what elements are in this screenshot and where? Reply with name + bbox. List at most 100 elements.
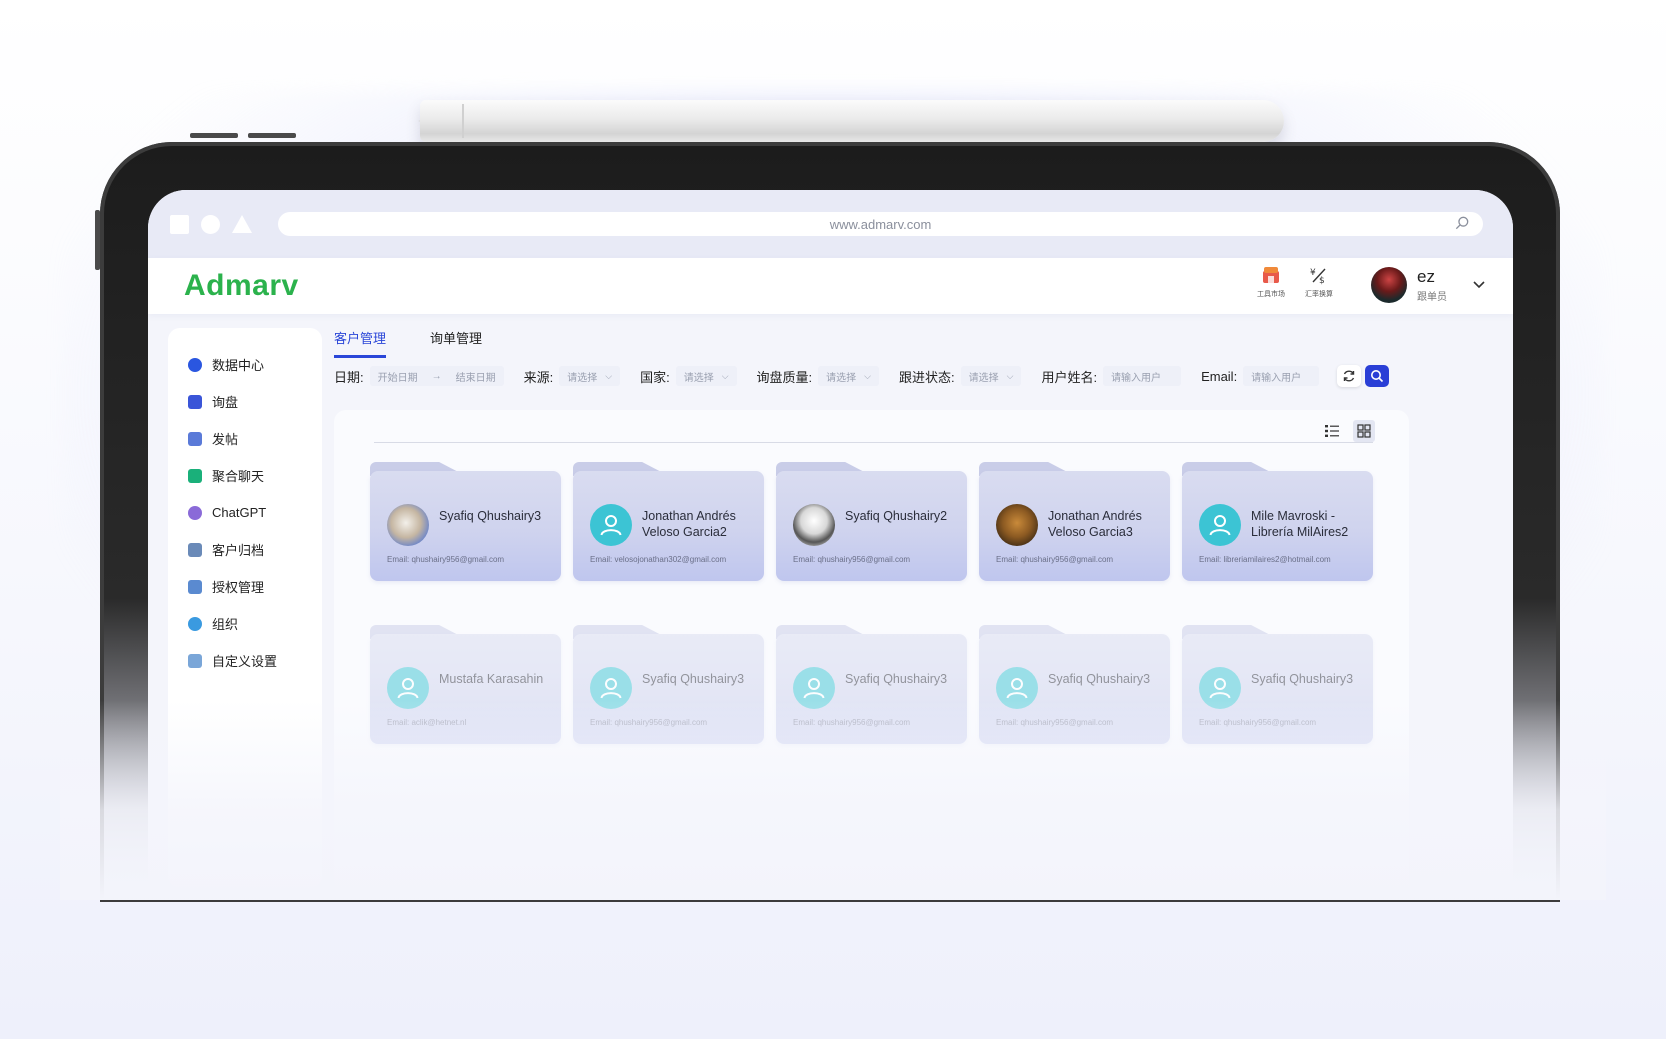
sidebar-item-post[interactable]: 发帖 [168,420,322,457]
customer-card[interactable]: Syafiq Qhushairy3 Email: qhushairy956@gma… [370,462,561,581]
sidebar-item-label: 发帖 [212,432,239,447]
country-select[interactable]: 请选择 ⌵ [675,366,737,386]
sidebar-item-org[interactable]: 组织 [168,605,322,642]
customer-card[interactable]: Jonathan Andrés Veloso Garcia3 Email: qhu… [979,462,1170,581]
date-range-picker[interactable]: 开始日期 → 结束日期 [369,366,504,386]
customer-card[interactable]: Syafiq Qhushairy3 Email: qhushairy956@gma… [573,625,764,744]
svg-text:$: $ [1319,276,1325,285]
customer-avatar [387,667,429,709]
tablet-side-button [95,210,100,270]
customer-email: Email: libreriamilaires2@hotmail.com [1199,555,1331,564]
sidebar-item-chat[interactable]: 聚合聊天 [168,457,322,494]
card-body: Syafiq Qhushairy3 Email: qhushairy956@gma… [1182,634,1373,744]
customer-name: Syafiq Qhushairy3 [1251,672,1354,686]
header-tools: 工具市场 ¥ $ 汇率换算 [1255,264,1335,299]
customer-name: Jonathan Andrés Veloso Garcia3 [1048,509,1142,539]
username-input[interactable]: 请输入用户 [1103,366,1182,386]
divider [374,442,1373,443]
quality-select[interactable]: 请选择 ⌵ [818,366,879,386]
customer-avatar [1199,504,1241,546]
customer-card[interactable]: Syafiq Qhushairy3 Email: qhushairy956@gma… [979,625,1170,744]
customer-name: Syafiq Qhushairy3 [439,509,542,523]
tablet-top-button [190,133,238,138]
card-body: Mustafa Karasahin Email: aclik@hetnet.nl [370,634,561,744]
sidebar-item-label: ChatGPT [212,505,267,520]
filter-bar: 日期: 开始日期 → 结束日期 来源: 请选择 ⌵ 国家: 请选择 ⌵ 询盘质量: … [334,358,1409,394]
search-button[interactable] [1365,365,1390,387]
app-header: Admarv 工具市场 ¥ $ 汇率换算 ez 跟单员 [148,258,1513,314]
customer-name: Mile Mavroski - Librería MilAires2 [1251,509,1349,539]
tool-market-label: 工具市场 [1257,291,1285,298]
quality-label: 询盘质量: [756,369,813,385]
card-body: Syafiq Qhushairy3 Email: qhushairy956@gma… [370,471,561,581]
customer-card[interactable]: Syafiq Qhushairy3 Email: qhushairy956@gma… [1182,625,1373,744]
refresh-button[interactable] [1337,365,1362,387]
sidebar-item-archive[interactable]: 客户归档 [168,531,322,568]
customer-card-grid: Syafiq Qhushairy3 Email: qhushairy956@gma… [370,462,1373,744]
chevron-down-icon: ⌵ [1006,370,1014,381]
sidebar-item-label: 授权管理 [212,580,265,595]
admarv-logo[interactable]: Admarv [184,269,299,303]
avatar[interactable] [1371,267,1407,303]
card-body: Jonathan Andrés Veloso Garcia3 Email: qhu… [979,471,1170,581]
app-body: 数据中心 询盘 发帖 聚合聊天 ChatGPT 客户归档 授权管理 组织 自定义设置 客户管理 … [148,314,1513,890]
customer-name: Mustafa Karasahin [439,672,544,686]
card-body: Mile Mavroski - Librería MilAires2 Email:… [1182,471,1373,581]
list-view-icon [1325,425,1339,437]
chevron-down-icon[interactable] [1473,281,1485,289]
tool-currency[interactable]: ¥ $ 汇率换算 [1303,264,1335,299]
email-input[interactable]: 请输入用户 [1243,366,1320,386]
grid-view-icon [1357,424,1371,438]
triangle-control-icon[interactable] [232,215,252,233]
browser-bar: www.admarv.com [148,190,1513,258]
sidebar-item-settings[interactable]: 自定义设置 [168,642,322,679]
main-panel: 客户管理 询单管理 日期: 开始日期 → 结束日期 来源: 请选择 ⌵ 国家: 请… [334,314,1409,890]
customer-card[interactable]: Mile Mavroski - Librería MilAires2 Email:… [1182,462,1373,581]
data-center-icon [188,357,202,372]
grid-view-button[interactable] [1353,420,1375,442]
customer-avatar [1199,667,1241,709]
status-select[interactable]: 请选择 ⌵ [960,366,1022,386]
tool-market[interactable]: 工具市场 [1255,264,1287,299]
tool-currency-label: 汇率换算 [1305,291,1333,298]
tab-inquiry-management[interactable]: 询单管理 [430,328,482,358]
username-label: 用户姓名: [1041,369,1098,385]
customer-card[interactable]: Jonathan Andrés Veloso Garcia2 Email: vel… [573,462,764,581]
search-icon[interactable] [1455,216,1469,230]
sidebar-item-auth[interactable]: 授权管理 [168,568,322,605]
customer-email: Email: qhushairy956@gmail.com [996,555,1114,564]
chatgpt-icon [188,505,202,520]
list-view-button[interactable] [1321,420,1343,442]
source-select-value: 请选择 [567,372,598,384]
date-start[interactable]: 开始日期 [378,369,418,384]
stylus-band [462,104,464,138]
search-icon [1371,370,1384,383]
user-icon [803,678,825,699]
source-select[interactable]: 请选择 ⌵ [559,366,621,386]
sidebar-item-data-center[interactable]: 数据中心 [168,346,322,383]
customer-card[interactable]: Mustafa Karasahin Email: aclik@hetnet.nl [370,625,561,744]
user-menu[interactable]: ez 跟单员 [1371,267,1485,303]
chevron-down-icon: ⌵ [605,370,613,381]
tablet-top-button-2 [248,133,296,138]
address-bar[interactable]: www.admarv.com [278,212,1483,236]
sidebar-item-label: 聚合聊天 [212,469,265,484]
view-toggle [1321,420,1375,442]
customer-avatar [590,504,632,546]
date-end[interactable]: 结束日期 [456,369,496,384]
sidebar-item-chatgpt[interactable]: ChatGPT [168,494,322,531]
sidebar-item-inquiry[interactable]: 询盘 [168,383,322,420]
customer-card[interactable]: Syafiq Qhushairy3 Email: qhushairy956@gma… [776,625,967,744]
sidebar: 数据中心 询盘发帖聚合聊天 ChatGPT 客户归档授权管理组织 自定义设置 [168,328,322,888]
customer-email: Email: qhushairy956@gmail.com [793,555,911,564]
card-body: Syafiq Qhushairy2 Email: qhushairy956@gma… [776,471,967,581]
square-control-icon[interactable] [170,214,189,234]
quality-select-value: 请选择 [826,372,857,384]
stylus [420,100,1284,142]
customer-avatar [793,504,835,546]
tab-customer-management[interactable]: 客户管理 [334,328,387,358]
circle-control-icon[interactable] [201,214,220,234]
customer-email: Email: qhushairy956@gmail.com [793,718,911,727]
status-select-value: 请选择 [968,372,999,384]
customer-card[interactable]: Syafiq Qhushairy2 Email: qhushairy956@gma… [776,462,967,581]
